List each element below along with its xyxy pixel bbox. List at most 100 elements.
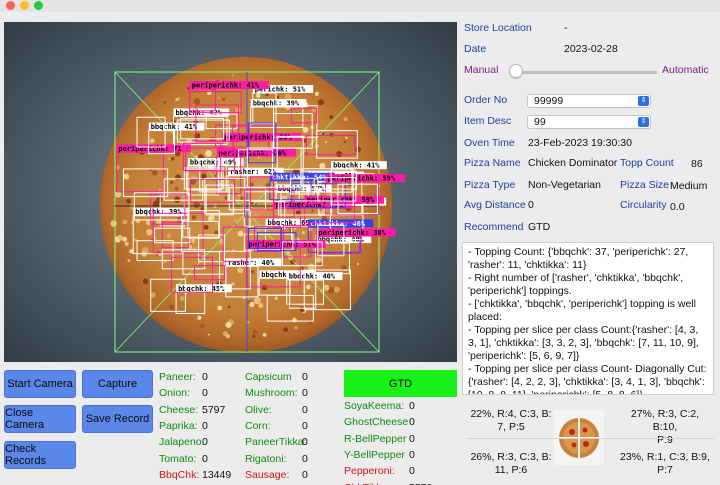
topping-count-value: 5578 [409, 482, 432, 485]
pizza-name-label: Pizza Name [464, 157, 521, 169]
store-location-value: - [564, 22, 568, 34]
topping-name: Paprika: [159, 419, 198, 432]
topping-name: Capsicum [245, 371, 292, 383]
pizza-texture-dot [135, 218, 141, 224]
topping-count-value: 0 [202, 387, 208, 400]
pizza-texture-dot [175, 97, 179, 102]
pizza-name-value: Chicken Dominator [528, 157, 618, 169]
pizza-texture-dot [170, 181, 174, 184]
pizza-texture-dot [343, 140, 346, 144]
slice-text: 7, P:5 [497, 421, 525, 433]
pizza-texture-dot [149, 138, 155, 144]
pizza-texture-dot [301, 231, 305, 234]
topping-count-value: 5797 [202, 403, 226, 416]
manual-label: Manual [464, 64, 499, 76]
item-desc-select[interactable]: 99 ⇕ [527, 115, 651, 129]
pizza-texture-dot [191, 215, 197, 220]
pizza-texture-dot [302, 126, 309, 133]
topping-count-value: 0 [202, 436, 208, 449]
slice-text: P:9 [657, 434, 673, 446]
pizza-texture-dot [314, 91, 319, 96]
recommend-value: GTD [528, 221, 551, 233]
order-no-select[interactable]: 99999 ⇕ [527, 94, 651, 108]
slice-text: 23%, R:1, C:3, B:9, [620, 451, 710, 463]
log-line: - ['chktikka', 'bbqchk', 'periperichk'] … [468, 298, 696, 323]
item-desc-label: Item Desc [464, 115, 512, 127]
start-camera-button[interactable]: Start Camera [4, 370, 76, 398]
slice-bottom-left: 26%, R:3, C:3, B: 11, P:6 [466, 451, 556, 477]
pizza-texture-dot [222, 97, 226, 102]
pizza-texture-dot [207, 333, 210, 336]
chevron-updown-icon: ⇕ [638, 96, 649, 106]
topping-count-label: Olive: [245, 404, 272, 416]
check-records-button[interactable]: Check Records [4, 441, 76, 469]
slice-text: 26%, R:3, C:3, B: [470, 451, 552, 463]
pizza-texture-dot [249, 301, 255, 308]
pizza-texture-dot [290, 259, 296, 265]
detection-label: periperichk: 41% [192, 82, 260, 90]
oven-time-value: 23-Feb-2023 19:30:30 [528, 137, 632, 149]
pizza-texture-dot [181, 195, 185, 198]
pizza-texture-dot [191, 238, 196, 243]
topping-name: Y-BellPepper [344, 448, 405, 461]
topping-count-label: GhostCheese [344, 416, 408, 428]
pizza-texture-dot [213, 218, 216, 222]
pizza-texture-dot [336, 151, 343, 157]
log-line: - Right number of ['rasher', 'chktikka',… [468, 272, 684, 297]
pizza-texture-dot [298, 254, 303, 259]
pizza-texture-dot [167, 157, 171, 161]
zoom-window-icon[interactable] [34, 1, 43, 10]
avg-distance-value: 0 [528, 199, 534, 211]
topping-count-value: 0 [302, 452, 308, 465]
detection-label: rasher: 40% [228, 259, 275, 267]
pizza-texture-dot [151, 169, 158, 176]
save-record-button[interactable]: Save Record [82, 405, 153, 433]
pizza-texture-dot [286, 192, 291, 197]
topping-count-value: 0 [409, 416, 415, 429]
slice-text: 11, P:6 [494, 464, 528, 476]
recommend-label: Recommend [464, 221, 524, 233]
topping-count-value: 0 [302, 436, 308, 449]
pizza-texture-dot [356, 262, 360, 266]
topping-name: GhostCheese [344, 416, 409, 429]
pizza-texture-dot [318, 99, 325, 106]
detection-label: chktikka: 46% [310, 220, 366, 228]
topping-name: Jalapeno: [159, 436, 205, 449]
topping-count-label: Jalapeno: [159, 436, 205, 448]
slice-top-left: 22%, R:4, C:3, B: 7, P:5 [466, 408, 556, 434]
date-value: 2023-02-28 [564, 43, 618, 55]
topping-count-value: 0 [202, 419, 208, 432]
slice-divider [466, 438, 714, 439]
pizza-texture-dot [127, 259, 131, 262]
pizza-texture-dot [163, 101, 167, 104]
pizza-texture-dot [292, 317, 297, 323]
pizza-type-value: Non-Vegetarian [528, 179, 601, 191]
order-no-label: Order No [464, 94, 508, 106]
topping-name: R-BellPepper [344, 432, 407, 445]
pizza-texture-dot [329, 115, 334, 119]
close-window-icon[interactable] [6, 1, 15, 10]
topping-name: Tomato: [159, 452, 197, 465]
analysis-log[interactable]: - Topping Count: {'bbqchk': 37, 'periper… [462, 242, 714, 395]
pizza-texture-dot [203, 224, 209, 230]
topping-count-label: Tomato: [159, 453, 196, 465]
pizza-texture-dot [225, 321, 232, 328]
mode-slider-track[interactable] [512, 71, 657, 74]
pizza-texture-dot [262, 333, 267, 337]
capture-button[interactable]: Capture [82, 370, 153, 398]
topping-count-label: Paneer: [159, 371, 196, 383]
log-line: - Topping per slice per class Count:{'ra… [468, 324, 699, 362]
pizza-texture-dot [156, 220, 160, 225]
circularity-label: Circularity [620, 199, 667, 211]
pizza-texture-dot [123, 175, 127, 179]
minimize-window-icon[interactable] [20, 1, 29, 10]
pizza-texture-dot [117, 234, 123, 241]
pizza-texture-dot [258, 184, 262, 187]
topping-count-value: 0 [202, 452, 208, 465]
close-camera-button[interactable]: Close Camera [4, 405, 76, 433]
pizza-texture-dot [237, 230, 244, 237]
pizza-texture-dot [225, 333, 230, 339]
mode-slider-handle[interactable] [509, 64, 523, 78]
pizza-texture-dot [276, 96, 280, 99]
pizza-texture-dot [345, 136, 348, 140]
